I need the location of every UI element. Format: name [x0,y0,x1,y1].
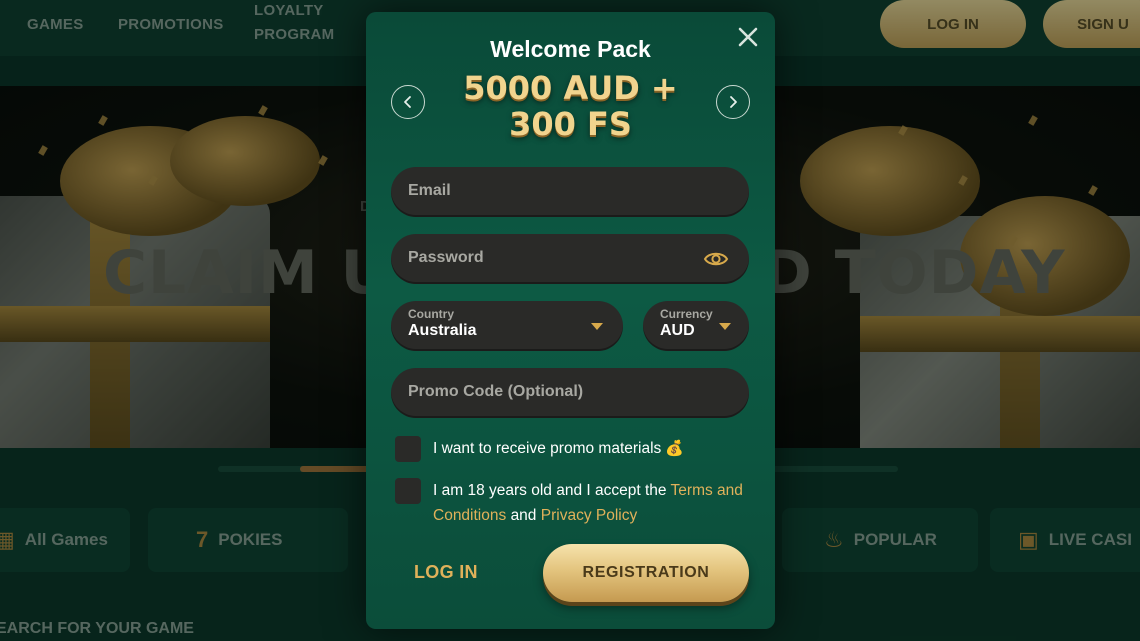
bonus-line-2: 300 FS [509,105,632,143]
chevron-down-icon [591,323,603,330]
country-label: Country [408,307,454,321]
eye-icon[interactable] [703,248,729,270]
registration-modal: Welcome Pack 5000 AUD + 300 FS Email Pas… [366,12,775,629]
registration-button[interactable]: REGISTRATION [543,544,749,602]
modal-title: Welcome Pack [490,36,651,62]
password-field[interactable]: Password [391,234,749,284]
welcome-bonus-amount: 5000 AUD + 300 FS [426,70,715,142]
promo-materials-row: I want to receive promo materials 💰 [395,436,745,462]
promo-code-placeholder: Promo Code (Optional) [408,383,584,400]
age-terms-checkbox[interactable] [395,478,421,504]
currency-select[interactable]: Currency AUD [643,301,749,351]
chevron-down-icon [719,323,731,330]
currency-label: Currency [660,307,713,321]
promo-code-field[interactable]: Promo Code (Optional) [391,368,749,418]
promo-materials-checkbox[interactable] [395,436,421,462]
privacy-policy-link[interactable]: Privacy Policy [541,507,637,524]
email-field[interactable]: Email [391,167,749,217]
chevron-right-icon[interactable] [716,85,750,119]
bonus-line-1: 5000 AUD + [463,69,678,107]
age-terms-text: I am 18 years old and I accept the [433,482,667,499]
email-placeholder: Email [408,182,451,199]
age-terms-row: I am 18 years old and I accept the Terms… [395,478,745,530]
money-bag-icon: 💰 [665,440,684,457]
password-placeholder: Password [408,249,484,266]
country-value: Australia [408,322,477,339]
country-select[interactable]: Country Australia [391,301,623,351]
promo-materials-text: I want to receive promo materials [433,440,662,457]
login-button[interactable]: LOG IN [414,562,478,583]
and-text: and [510,507,537,524]
chevron-left-icon[interactable] [391,85,425,119]
currency-value: AUD [660,322,695,339]
